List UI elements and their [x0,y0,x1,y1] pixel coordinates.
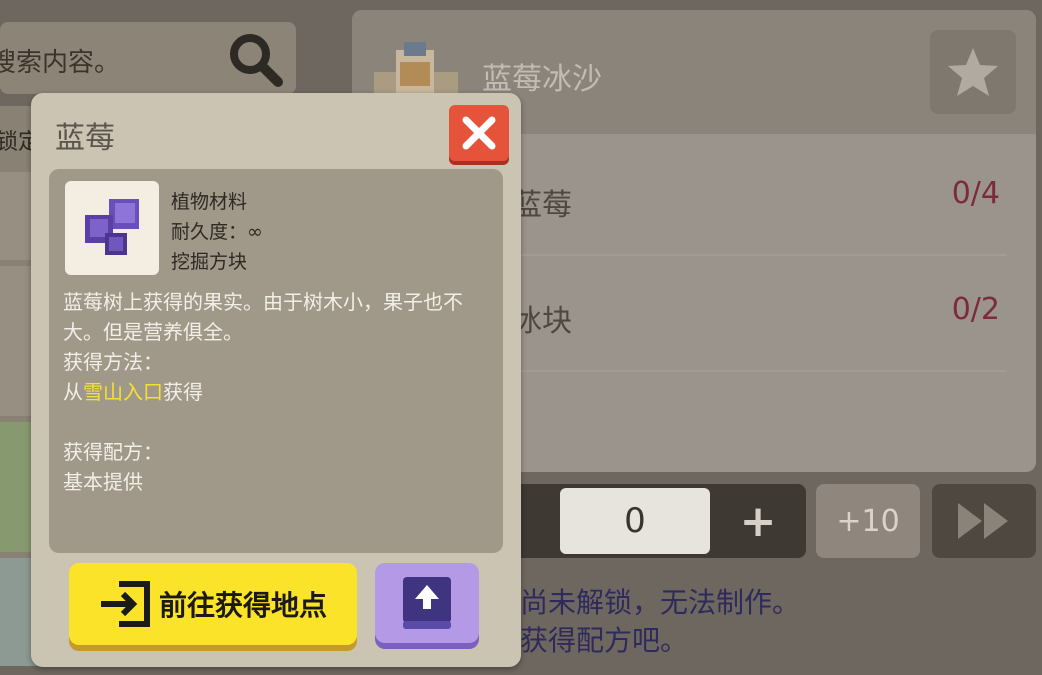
plus-button[interactable]: + [730,495,786,547]
search-input[interactable]: 搜索内容。 [0,42,120,79]
quantity-input[interactable]: 0 [560,488,710,554]
ingredient-count: 0/4 [951,176,1000,211]
locked-message-line: 获得配方吧。 [520,624,689,657]
obtain-location-link[interactable]: 雪山入口 [83,380,163,404]
obtain-suffix: 获得 [163,380,203,404]
obtain-heading: 获得方法： [63,350,163,374]
item-description: 蓝莓树上获得的果实。由于树木小，果子也不大。但是营养俱全。 [63,290,463,344]
close-icon [462,116,496,150]
item-durability: 耐久度：∞ [171,221,263,243]
ingredient-name: 蓝莓 [512,188,572,223]
item-description-block: 蓝莓树上获得的果实。由于树木小，果子也不大。但是营养俱全。 获得方法： 从雪山入… [63,287,489,497]
search-icon[interactable] [226,30,284,88]
item-detail-box: 植物材料 耐久度：∞ 挖掘方块 蓝莓树上获得的果实。由于树木小，果子也不大。但是… [49,169,503,553]
goto-location-button[interactable]: 前往获得地点 [69,563,357,645]
item-tool: 挖掘方块 [171,251,248,273]
fast-forward-icon [958,503,1008,539]
goto-location-label: 前往获得地点 [158,589,327,622]
recipe-source: 基本提供 [63,470,143,494]
upload-icon [403,577,451,629]
item-category: 植物材料 [171,191,248,213]
star-icon [948,48,998,96]
ingredient-name: 冰块 [512,304,572,339]
max-button[interactable] [932,484,1036,558]
plus-icon: + [739,495,777,547]
close-button[interactable] [449,105,509,161]
blueberry-icon [65,181,159,275]
obtain-prefix: 从 [63,380,83,404]
locked-message-line: 尚未解锁，无法制作。 [520,586,801,619]
recipe-title: 蓝莓冰沙 [482,62,602,97]
item-info-dialog: 蓝莓 植物材料 耐久度：∞ 挖掘方块 蓝莓树上获得的果实。由于树木小，果子也不大… [31,93,521,667]
recipe-heading: 获得配方： [63,440,163,464]
locked-message: 尚未解锁，无法制作。 获得配方吧。 [520,584,800,660]
favorite-button[interactable] [930,30,1016,114]
dialog-title: 蓝莓 [55,121,115,156]
enter-icon [100,581,150,627]
ingredient-count: 0/2 [951,292,1000,327]
obtain-method: 从雪山入口获得 [63,377,489,407]
plus-ten-button[interactable]: +10 [816,484,920,558]
upload-button[interactable] [375,563,479,643]
